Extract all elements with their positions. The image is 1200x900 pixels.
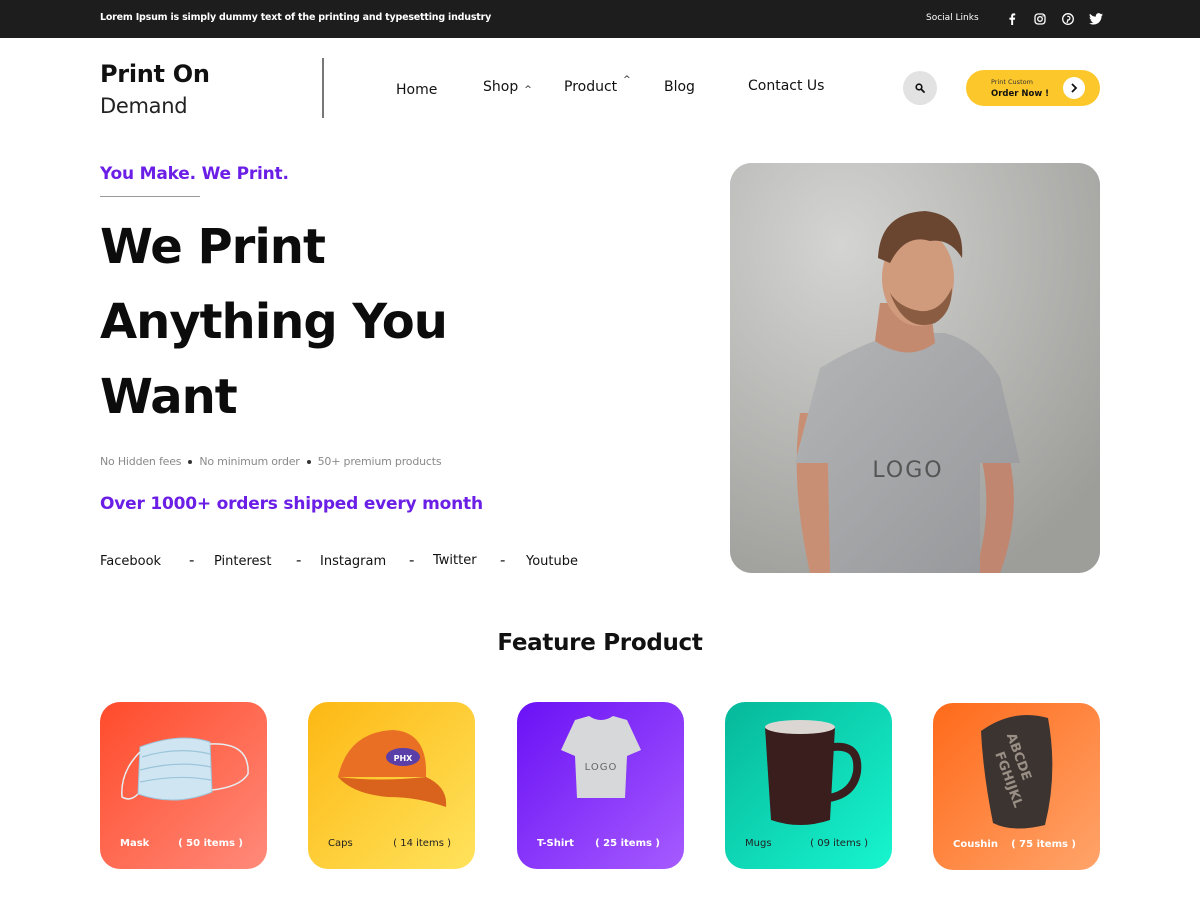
social-links-label: Social Links: [926, 13, 979, 23]
nav-product-label: Product: [564, 79, 618, 95]
brand-logo[interactable]: Print On Demand: [100, 58, 210, 122]
order-button-small-text: Print Custom: [991, 78, 1033, 86]
perk-item: No minimum order: [199, 455, 300, 468]
card-count: ( 14 items ): [393, 838, 451, 849]
card-name: T-Shirt: [537, 838, 574, 849]
kicker-underline: [100, 196, 200, 197]
perk-item: 50+ premium products: [317, 455, 442, 468]
bullet-dot: [188, 459, 193, 464]
nav-shop[interactable]: Shop ^: [483, 79, 532, 95]
nav-contact[interactable]: Contact Us: [748, 78, 824, 94]
nav-product[interactable]: Product ^: [564, 75, 631, 95]
svg-text:PHX: PHX: [394, 754, 414, 763]
hero-kicker: You Make. We Print.: [100, 164, 289, 184]
order-button-label: Order Now !: [991, 89, 1050, 99]
link-twitter[interactable]: Twitter: [433, 553, 477, 568]
product-card-mugs[interactable]: Mugs ( 09 items ): [725, 702, 892, 869]
instagram-icon[interactable]: [1032, 11, 1048, 27]
link-instagram[interactable]: Instagram: [320, 554, 386, 569]
card-count: ( 09 items ): [810, 838, 868, 849]
shirt-logo-text: LOGO: [585, 762, 618, 773]
shirt-logo-text: LOGO: [872, 458, 943, 483]
card-name: Caps: [328, 838, 353, 849]
twitter-icon[interactable]: [1088, 11, 1104, 27]
product-card-caps[interactable]: PHX Caps ( 14 items ): [308, 702, 475, 869]
hero-perks: No Hidden fees No minimum order 50+ prem…: [100, 455, 442, 468]
top-bar-tagline: Lorem Ipsum is simply dummy text of the …: [100, 12, 492, 23]
nav-shop-label: Shop: [483, 79, 519, 95]
chevron-up-icon: ^: [524, 85, 532, 95]
top-bar: Lorem Ipsum is simply dummy text of the …: [0, 0, 1200, 38]
logo-line-1: Print On: [100, 60, 210, 88]
card-name: Mask: [120, 838, 150, 849]
product-card-tshirt[interactable]: LOGO T-Shirt ( 25 items ): [517, 702, 684, 869]
link-separator: -: [409, 551, 415, 569]
nav-blog[interactable]: Blog: [664, 79, 695, 95]
feature-product-title: Feature Product: [497, 630, 703, 656]
arrow-right-icon: [1063, 77, 1085, 99]
logo-line-2: Demand: [100, 94, 188, 118]
card-count: ( 50 items ): [178, 838, 243, 849]
nav-blog-label: Blog: [664, 79, 695, 95]
nav-home-label: Home: [396, 82, 438, 98]
hero-title-line: We Print: [100, 219, 326, 275]
link-separator: -: [296, 551, 302, 569]
bullet-dot: [306, 459, 311, 464]
hero-title-line: Want: [100, 369, 238, 425]
facebook-icon[interactable]: [1004, 11, 1020, 27]
card-name: Mugs: [745, 838, 772, 849]
hero-title: We Print Anything You Want: [100, 210, 620, 435]
card-name: Coushin: [953, 839, 998, 850]
hero-model-image: LOGO: [730, 163, 1100, 573]
hero-title-line: Anything You: [100, 294, 448, 350]
chevron-up-icon: ^: [623, 75, 631, 85]
perk-item: No Hidden fees: [100, 455, 182, 468]
nav-home[interactable]: Home: [396, 82, 437, 98]
search-button[interactable]: [903, 71, 937, 105]
nav-contact-label: Contact Us: [748, 78, 825, 94]
link-facebook[interactable]: Facebook: [100, 554, 161, 569]
order-now-button[interactable]: Print Custom Order Now !: [966, 70, 1100, 106]
search-icon: [915, 83, 925, 93]
social-icons: [1004, 11, 1104, 27]
link-separator: -: [500, 551, 506, 569]
link-pinterest[interactable]: Pinterest: [214, 554, 271, 569]
link-youtube[interactable]: Youtube: [526, 554, 578, 569]
card-count: ( 75 items ): [1011, 839, 1076, 850]
product-card-coushin[interactable]: ABCDE FGHIJKL Coushin ( 75 items ): [933, 703, 1100, 870]
logo-divider: [322, 58, 324, 118]
pinterest-icon[interactable]: [1060, 11, 1076, 27]
link-separator: -: [189, 551, 195, 569]
card-count: ( 25 items ): [595, 838, 660, 849]
product-card-mask[interactable]: Mask ( 50 items ): [100, 702, 267, 869]
orders-shipped-text: Over 1000+ orders shipped every month: [100, 494, 483, 514]
